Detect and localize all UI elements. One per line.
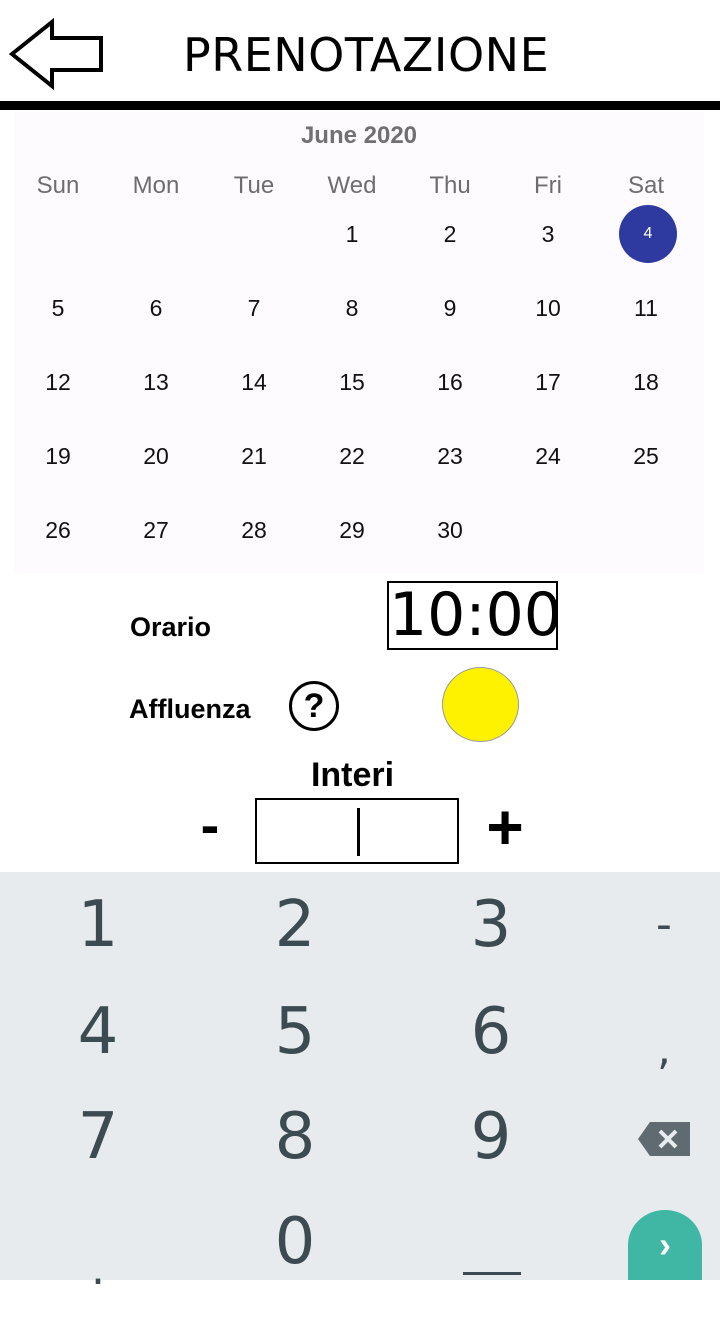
calendar-day[interactable]: 14 xyxy=(224,352,284,412)
time-picker[interactable]: 10:00 xyxy=(387,581,562,650)
page-title: PRENOTAZIONE xyxy=(183,28,550,82)
crowd-level-indicator xyxy=(442,667,519,742)
calendar-day[interactable]: 11 xyxy=(616,278,676,338)
calendar-day[interactable]: 13 xyxy=(126,352,186,412)
key-comma[interactable]: , xyxy=(594,1000,720,1100)
key-7[interactable]: 7 xyxy=(28,1087,168,1187)
key-8[interactable]: 8 xyxy=(225,1087,365,1187)
decrement-button[interactable]: - xyxy=(188,790,232,860)
calendar-day[interactable]: 5 xyxy=(28,278,88,338)
text-caret xyxy=(357,808,360,856)
key-minus[interactable]: - xyxy=(594,875,720,975)
interi-title: Interi xyxy=(310,756,395,794)
calendar-day[interactable]: 26 xyxy=(28,500,88,560)
calendar-day[interactable]: 22 xyxy=(322,426,382,486)
affluenza-label: Affluenza xyxy=(129,694,251,724)
calendar-day[interactable]: 17 xyxy=(518,352,578,412)
calendar-day[interactable]: 24 xyxy=(518,426,578,486)
calendar-day[interactable]: 2 xyxy=(420,204,480,264)
calendar-day[interactable]: 7 xyxy=(224,278,284,338)
calendar: June 2020 Sun Mon Tue Wed Thu Fri Sat 12345678… xyxy=(14,112,704,574)
calendar-day[interactable]: 8 xyxy=(322,278,382,338)
arrow-left-icon[interactable] xyxy=(8,18,108,90)
weekday-thu: Thu xyxy=(429,172,471,199)
key-period[interactable]: . xyxy=(28,1220,168,1320)
calendar-day[interactable]: 9 xyxy=(420,278,480,338)
key-6[interactable]: 6 xyxy=(421,982,561,1082)
key-5[interactable]: 5 xyxy=(225,982,365,1082)
calendar-day[interactable]: 29 xyxy=(322,500,382,560)
weekday-sun: Sun xyxy=(36,172,80,199)
weekday-wed: Wed xyxy=(327,172,377,199)
weekday-sat: Sat xyxy=(627,172,665,199)
calendar-day[interactable]: 18 xyxy=(616,352,676,412)
calendar-day[interactable]: 23 xyxy=(420,426,480,486)
help-icon[interactable]: ? xyxy=(289,681,339,731)
numeric-keyboard: 123-456,789.0 › xyxy=(0,872,720,1295)
chevron-right-icon: › xyxy=(659,1224,671,1265)
calendar-day[interactable]: 6 xyxy=(126,278,186,338)
calendar-day[interactable]: 1 xyxy=(322,204,382,264)
calendar-day[interactable]: 3 xyxy=(518,204,578,264)
calendar-day[interactable]: 15 xyxy=(322,352,382,412)
key-1[interactable]: 1 xyxy=(28,875,168,975)
orario-label: Orario xyxy=(130,612,212,642)
weekday-fri: Fri xyxy=(534,172,562,199)
calendar-day[interactable]: 20 xyxy=(126,426,186,486)
key-4[interactable]: 4 xyxy=(28,982,168,1082)
calendar-day[interactable]: 25 xyxy=(616,426,676,486)
key-2[interactable]: 2 xyxy=(225,875,365,975)
calendar-day[interactable]: 30 xyxy=(420,500,480,560)
key-9[interactable]: 9 xyxy=(421,1087,561,1187)
calendar-day[interactable]: 10 xyxy=(518,278,578,338)
weekday-tue: Tue xyxy=(233,172,275,199)
header-divider xyxy=(0,101,720,110)
backspace-icon[interactable] xyxy=(636,1120,692,1158)
key-3[interactable]: 3 xyxy=(421,875,561,975)
space-key[interactable] xyxy=(463,1272,521,1275)
increment-button[interactable]: + xyxy=(478,792,532,862)
key-0[interactable]: 0 xyxy=(225,1192,365,1292)
calendar-day[interactable]: 16 xyxy=(420,352,480,412)
header: PRENOTAZIONE xyxy=(0,0,720,110)
calendar-month-title: June 2020 xyxy=(300,122,418,149)
calendar-day[interactable]: 12 xyxy=(28,352,88,412)
calendar-day[interactable]: 28 xyxy=(224,500,284,560)
quantity-input[interactable] xyxy=(255,798,459,864)
calendar-day[interactable]: 27 xyxy=(126,500,186,560)
weekday-mon: Mon xyxy=(132,172,180,199)
calendar-day-selected[interactable]: 4 xyxy=(619,205,677,263)
enter-button[interactable]: › xyxy=(628,1210,702,1280)
calendar-day[interactable]: 21 xyxy=(224,426,284,486)
calendar-day[interactable]: 19 xyxy=(28,426,88,486)
